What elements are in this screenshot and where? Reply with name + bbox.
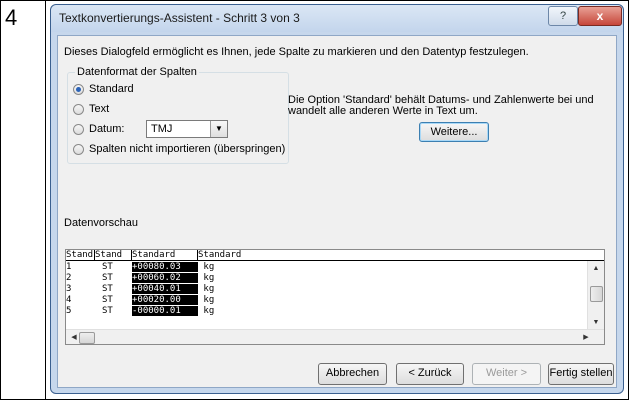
radio-standard-button[interactable] xyxy=(73,83,84,95)
radio-text-label: Text xyxy=(89,103,110,115)
scroll-up-icon[interactable]: ▲ xyxy=(588,265,604,272)
preview-cell: ST xyxy=(102,262,113,272)
radio-date-button[interactable] xyxy=(73,123,84,135)
scroll-right-icon[interactable]: ▶ xyxy=(578,333,594,341)
preview-cell-selected: +00040.01 xyxy=(132,284,198,294)
title-bar: Textkonvertierungs-Assistent - Schritt 3… xyxy=(51,5,623,32)
preview-cell: 1 xyxy=(66,262,72,272)
preview-column-header[interactable]: Standard xyxy=(132,250,198,260)
preview-cell: kg xyxy=(198,284,215,294)
window-title: Textkonvertierungs-Assistent - Schritt 3… xyxy=(59,11,300,25)
step-number: 4 xyxy=(5,5,18,30)
radio-text-button[interactable] xyxy=(73,103,84,115)
radio-skip-column-label: Spalten nicht importieren (überspringen) xyxy=(89,143,286,155)
preview-cell-selected: +00080.03 xyxy=(132,262,198,272)
preview-cell-selected: -00000.01 xyxy=(132,306,198,316)
preview-cell: ST xyxy=(102,295,113,305)
scroll-down-icon[interactable]: ▼ xyxy=(588,319,604,326)
data-preview-grid[interactable]: Stand Stand Standard Standard 1 ST +0008… xyxy=(65,249,605,345)
close-icon: x xyxy=(596,9,604,23)
header-divider xyxy=(66,260,604,261)
preview-cell: ST xyxy=(102,284,113,294)
preview-cell: kg xyxy=(198,273,215,283)
chevron-down-icon[interactable]: ▼ xyxy=(210,121,227,137)
step-cell: 4 xyxy=(1,1,46,399)
text-import-wizard-window: Textkonvertierungs-Assistent - Schritt 3… xyxy=(50,4,624,394)
cancel-button[interactable]: Abbrechen xyxy=(318,363,387,385)
date-format-select[interactable]: TMJ ▼ xyxy=(146,120,228,138)
data-preview-label: Datenvorschau xyxy=(64,217,138,229)
preview-cell: kg xyxy=(198,295,215,305)
back-button[interactable]: < Zurück xyxy=(396,363,464,385)
date-format-value: TMJ xyxy=(151,123,173,135)
radio-skip-column-button[interactable] xyxy=(73,143,84,155)
preview-cell-selected: +00020.00 xyxy=(132,295,198,305)
preview-cell: 3 xyxy=(66,284,72,294)
finish-button[interactable]: Fertig stellen xyxy=(548,363,614,385)
radio-text[interactable]: Text xyxy=(73,101,109,117)
intro-text: Dieses Dialogfeld ermöglicht es Ihnen, j… xyxy=(64,46,529,58)
help-icon: ? xyxy=(559,10,567,22)
radio-standard-label: Standard xyxy=(89,83,134,95)
preview-cell-selected: +00060.02 xyxy=(132,273,198,283)
standard-option-info: Die Option 'Standard' behält Datums- und… xyxy=(288,94,594,117)
horizontal-scrollbar[interactable]: ◀ ▶ xyxy=(66,329,604,344)
preview-cell: kg xyxy=(198,262,215,272)
dialog-body: Dieses Dialogfeld ermöglicht es Ihnen, j… xyxy=(57,35,617,388)
preview-cell: ST xyxy=(102,306,113,316)
preview-cell: kg xyxy=(198,306,215,316)
vertical-scroll-thumb[interactable] xyxy=(590,286,603,302)
radio-skip-column[interactable]: Spalten nicht importieren (überspringen) xyxy=(73,141,285,157)
preview-cell: 4 xyxy=(66,295,72,305)
horizontal-scroll-thumb[interactable] xyxy=(79,332,95,344)
preview-column-header[interactable]: Stand xyxy=(66,250,95,260)
preview-cell: 5 xyxy=(66,306,72,316)
radio-date-label: Datum: xyxy=(89,123,125,135)
next-button[interactable]: Weiter > xyxy=(472,363,541,385)
help-button[interactable]: ? xyxy=(548,6,578,26)
column-format-title: Datenformat der Spalten xyxy=(75,66,199,78)
column-format-group: Datenformat der Spalten Standard Text Da… xyxy=(67,66,289,164)
more-button[interactable]: Weitere... xyxy=(419,122,489,142)
radio-date[interactable]: Datum: xyxy=(73,121,124,137)
preview-cell: 2 xyxy=(66,273,72,283)
preview-column-header[interactable]: Stand xyxy=(95,250,132,260)
close-button[interactable]: x xyxy=(578,6,622,26)
vertical-scrollbar[interactable]: ▲ ▼ xyxy=(587,261,604,331)
preview-cell: ST xyxy=(102,273,113,283)
radio-standard[interactable]: Standard xyxy=(73,81,134,97)
preview-column-header[interactable]: Standard xyxy=(198,250,590,260)
